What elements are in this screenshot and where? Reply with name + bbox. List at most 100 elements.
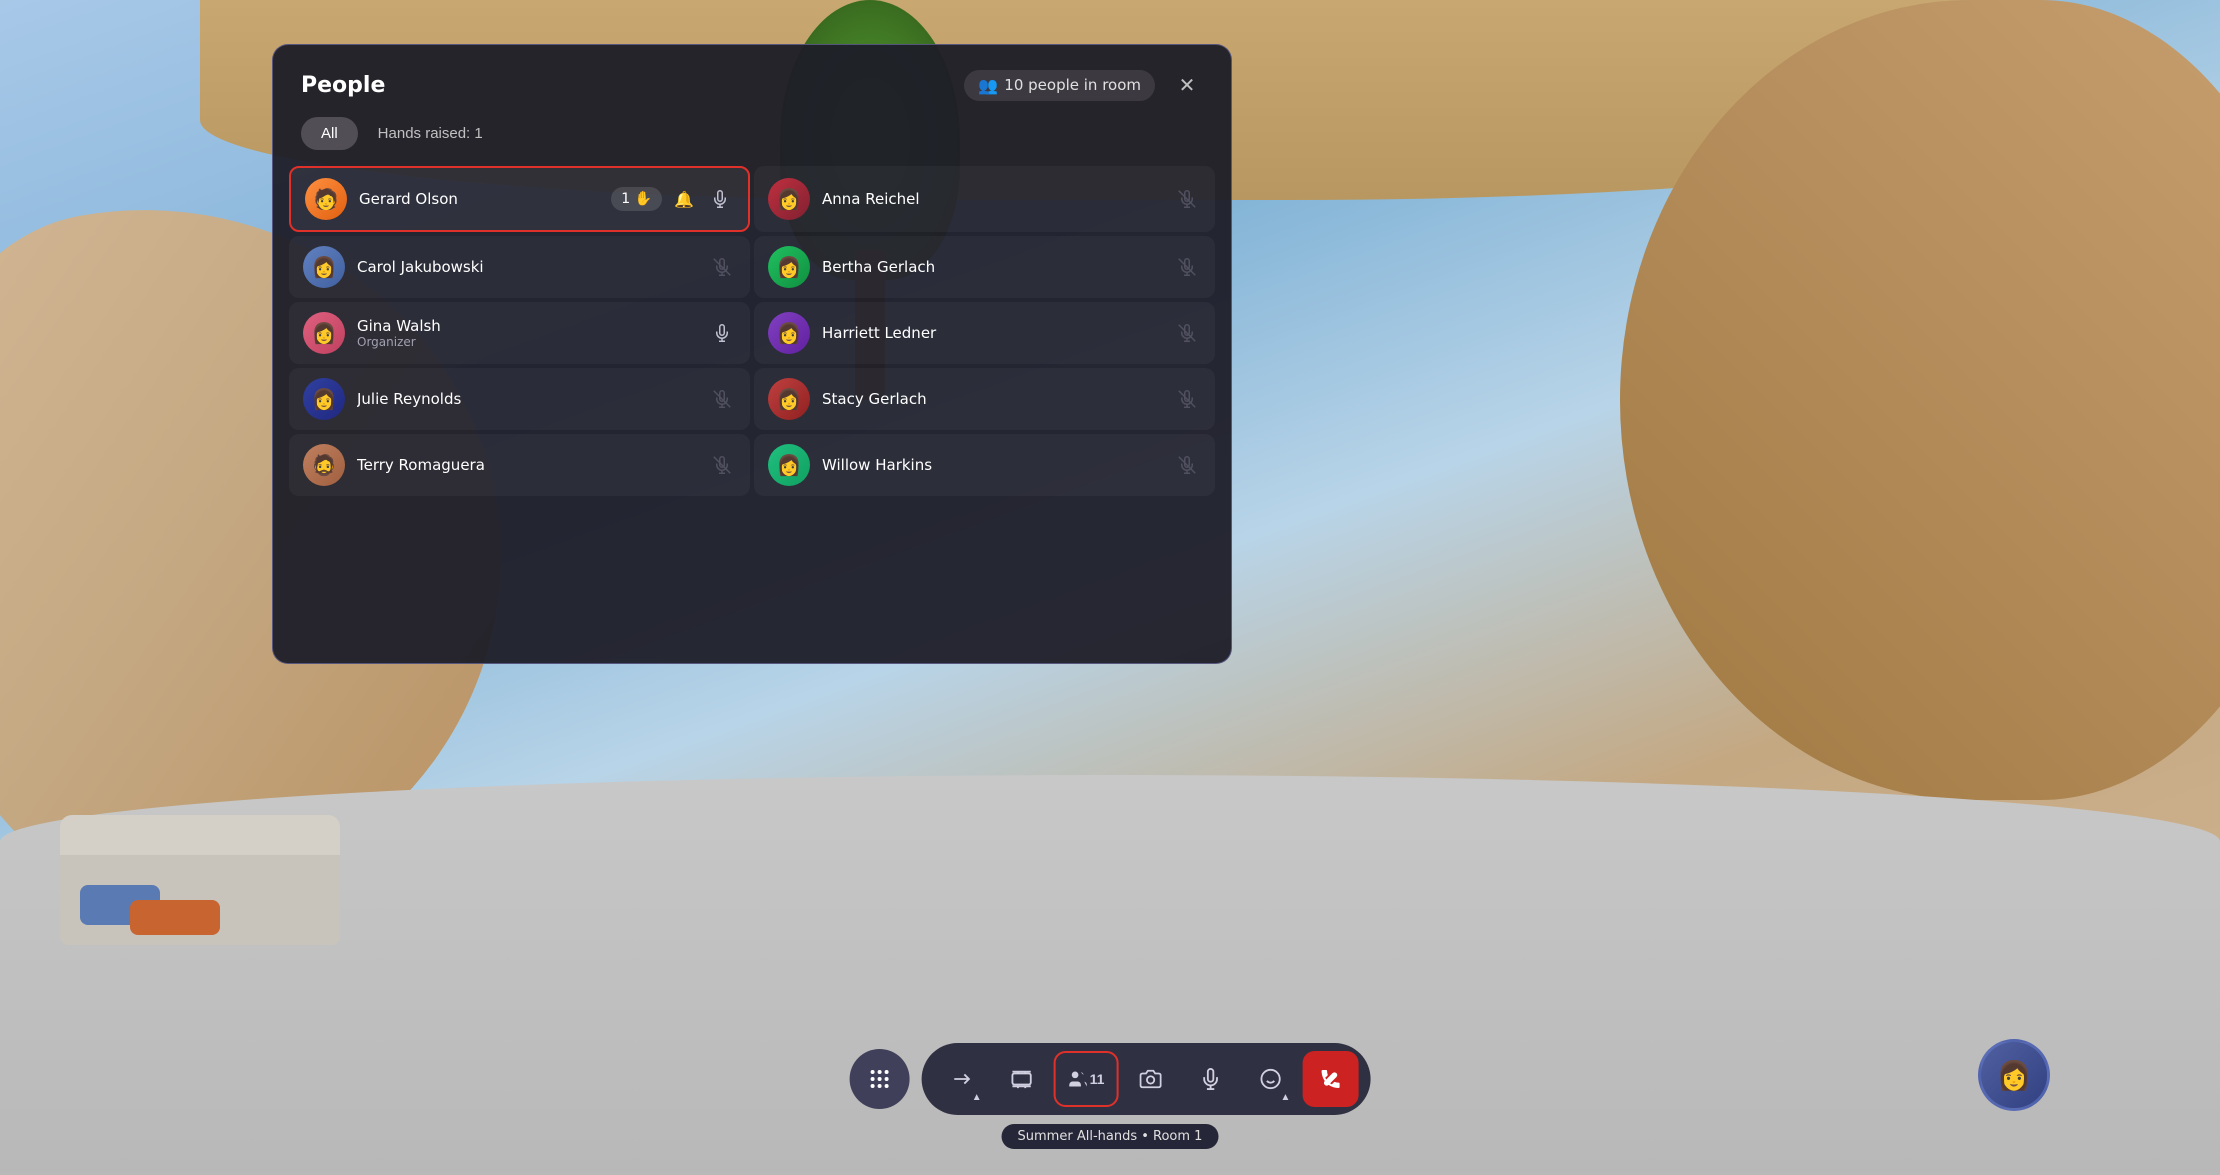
person-name-gina: Gina Walsh	[357, 317, 696, 335]
person-row-bertha[interactable]: 👩 Bertha Gerlach	[754, 236, 1215, 298]
person-name-bertha: Bertha Gerlach	[822, 258, 1161, 276]
person-info-harriett: Harriett Ledner	[822, 324, 1161, 342]
person-name-terry: Terry Romaguera	[357, 456, 696, 474]
person-actions-anna	[1173, 185, 1201, 213]
people-button-icon	[1068, 1069, 1088, 1089]
toolbar: ▲ 11	[850, 1043, 1371, 1115]
person-info-terry: Terry Romaguera	[357, 456, 696, 474]
person-role-gina: Organizer	[357, 335, 696, 349]
camera-button[interactable]	[1122, 1051, 1178, 1107]
grid-button[interactable]	[850, 1049, 910, 1109]
mic-button[interactable]	[1182, 1051, 1238, 1107]
mic-muted-icon-willow	[1173, 451, 1201, 479]
person-row-gerard[interactable]: 🧑 Gerard Olson 1 ✋ 🔔	[289, 166, 750, 232]
avatar-stacy: 👩	[768, 378, 810, 420]
person-actions-terry	[708, 451, 736, 479]
emoji-button[interactable]: ▲	[1242, 1051, 1298, 1107]
tab-hands-raised[interactable]: Hands raised: 1	[366, 117, 495, 150]
mic-muted-icon-bertha	[1173, 253, 1201, 281]
person-row-harriett[interactable]: 👩 Harriett Ledner	[754, 302, 1215, 364]
person-actions-gina	[708, 319, 736, 347]
person-info-anna: Anna Reichel	[822, 190, 1161, 208]
toolbar-main: ▲ 11	[922, 1043, 1371, 1115]
share-arrow: ▲	[972, 1092, 982, 1103]
slides-icon	[1011, 1068, 1033, 1090]
avatar-gina: 👩	[303, 312, 345, 354]
person-name-carol: Carol Jakubowski	[357, 258, 696, 276]
mic-muted-icon-anna	[1173, 185, 1201, 213]
end-call-phone-icon	[1318, 1067, 1342, 1091]
person-actions-harriett	[1173, 319, 1201, 347]
mic-muted-icon-carol	[708, 253, 736, 281]
right-avatar-emoji: 👩	[1997, 1059, 2032, 1092]
mic-muted-icon-julie	[708, 385, 736, 413]
person-info-bertha: Bertha Gerlach	[822, 258, 1161, 276]
mic-muted-icon-harriett	[1173, 319, 1201, 347]
person-info-gerard: Gerard Olson	[359, 190, 599, 208]
person-row-terry[interactable]: 🧔 Terry Romaguera	[289, 434, 750, 496]
avatar-carol: 👩	[303, 246, 345, 288]
mic-icon	[1199, 1068, 1221, 1090]
tooltip-text: Summer All-hands • Room 1	[1018, 1129, 1203, 1144]
hand-raised-badge-gerard: 1 ✋	[611, 187, 662, 211]
right-user-avatar: 👩	[1978, 1039, 2050, 1111]
person-row-carol[interactable]: 👩 Carol Jakubowski	[289, 236, 750, 298]
panel-title: People	[301, 73, 385, 98]
person-info-julie: Julie Reynolds	[357, 390, 696, 408]
person-info-willow: Willow Harkins	[822, 456, 1161, 474]
slides-button[interactable]	[994, 1051, 1050, 1107]
person-actions-bertha	[1173, 253, 1201, 281]
panel-tabs: All Hands raised: 1	[273, 117, 1231, 166]
avatar-gerard: 🧑	[305, 178, 347, 220]
panel-header: People 👥 10 people in room ✕	[273, 45, 1231, 117]
avatar-terry: 🧔	[303, 444, 345, 486]
avatar-anna: 👩	[768, 178, 810, 220]
avatar-harriett: 👩	[768, 312, 810, 354]
avatar-julie: 👩	[303, 378, 345, 420]
person-actions-willow	[1173, 451, 1201, 479]
people-grid: 🧑 Gerard Olson 1 ✋ 🔔 👩 Anna Reichel 👩 Carol J…	[273, 166, 1231, 512]
share-icon	[951, 1068, 973, 1090]
people-count-label: 10 people in room	[1004, 76, 1141, 94]
avatar-bertha: 👩	[768, 246, 810, 288]
person-name-stacy: Stacy Gerlach	[822, 390, 1161, 408]
bell-icon-gerard: 🔔	[670, 185, 698, 213]
panel-header-right: 👥 10 people in room ✕	[964, 69, 1203, 101]
tab-all[interactable]: All	[301, 117, 358, 150]
person-actions-gerard: 1 ✋ 🔔	[611, 185, 734, 213]
person-row-stacy[interactable]: 👩 Stacy Gerlach	[754, 368, 1215, 430]
close-button[interactable]: ✕	[1171, 69, 1203, 101]
people-panel: People 👥 10 people in room ✕ All Hands r…	[272, 44, 1232, 664]
people-count-icon: 👥	[978, 76, 998, 95]
person-row-anna[interactable]: 👩 Anna Reichel	[754, 166, 1215, 232]
mic-on-icon-gerard	[706, 185, 734, 213]
person-info-stacy: Stacy Gerlach	[822, 390, 1161, 408]
camera-icon	[1139, 1068, 1161, 1090]
person-name-willow: Willow Harkins	[822, 456, 1161, 474]
person-row-willow[interactable]: 👩 Willow Harkins	[754, 434, 1215, 496]
person-name-harriett: Harriett Ledner	[822, 324, 1161, 342]
person-row-gina[interactable]: 👩 Gina WalshOrganizer	[289, 302, 750, 364]
person-row-julie[interactable]: 👩 Julie Reynolds	[289, 368, 750, 430]
cushion-orange	[130, 900, 220, 935]
end-call-button[interactable]	[1302, 1051, 1358, 1107]
person-actions-stacy	[1173, 385, 1201, 413]
share-button[interactable]: ▲	[934, 1051, 990, 1107]
person-name-anna: Anna Reichel	[822, 190, 1161, 208]
mic-muted-icon-stacy	[1173, 385, 1201, 413]
person-actions-julie	[708, 385, 736, 413]
mic-on-icon-gina	[708, 319, 736, 347]
person-actions-carol	[708, 253, 736, 281]
tooltip: Summer All-hands • Room 1	[1002, 1124, 1219, 1149]
avatar-willow: 👩	[768, 444, 810, 486]
mic-muted-icon-terry	[708, 451, 736, 479]
person-info-carol: Carol Jakubowski	[357, 258, 696, 276]
grid-icon	[869, 1068, 891, 1090]
people-button[interactable]: 11	[1054, 1051, 1119, 1107]
people-count: 11	[1090, 1071, 1105, 1087]
person-name-julie: Julie Reynolds	[357, 390, 696, 408]
person-info-gina: Gina WalshOrganizer	[357, 317, 696, 349]
emoji-arrow: ▲	[1281, 1092, 1291, 1103]
people-count-badge: 👥 10 people in room	[964, 70, 1155, 101]
person-name-gerard: Gerard Olson	[359, 190, 599, 208]
